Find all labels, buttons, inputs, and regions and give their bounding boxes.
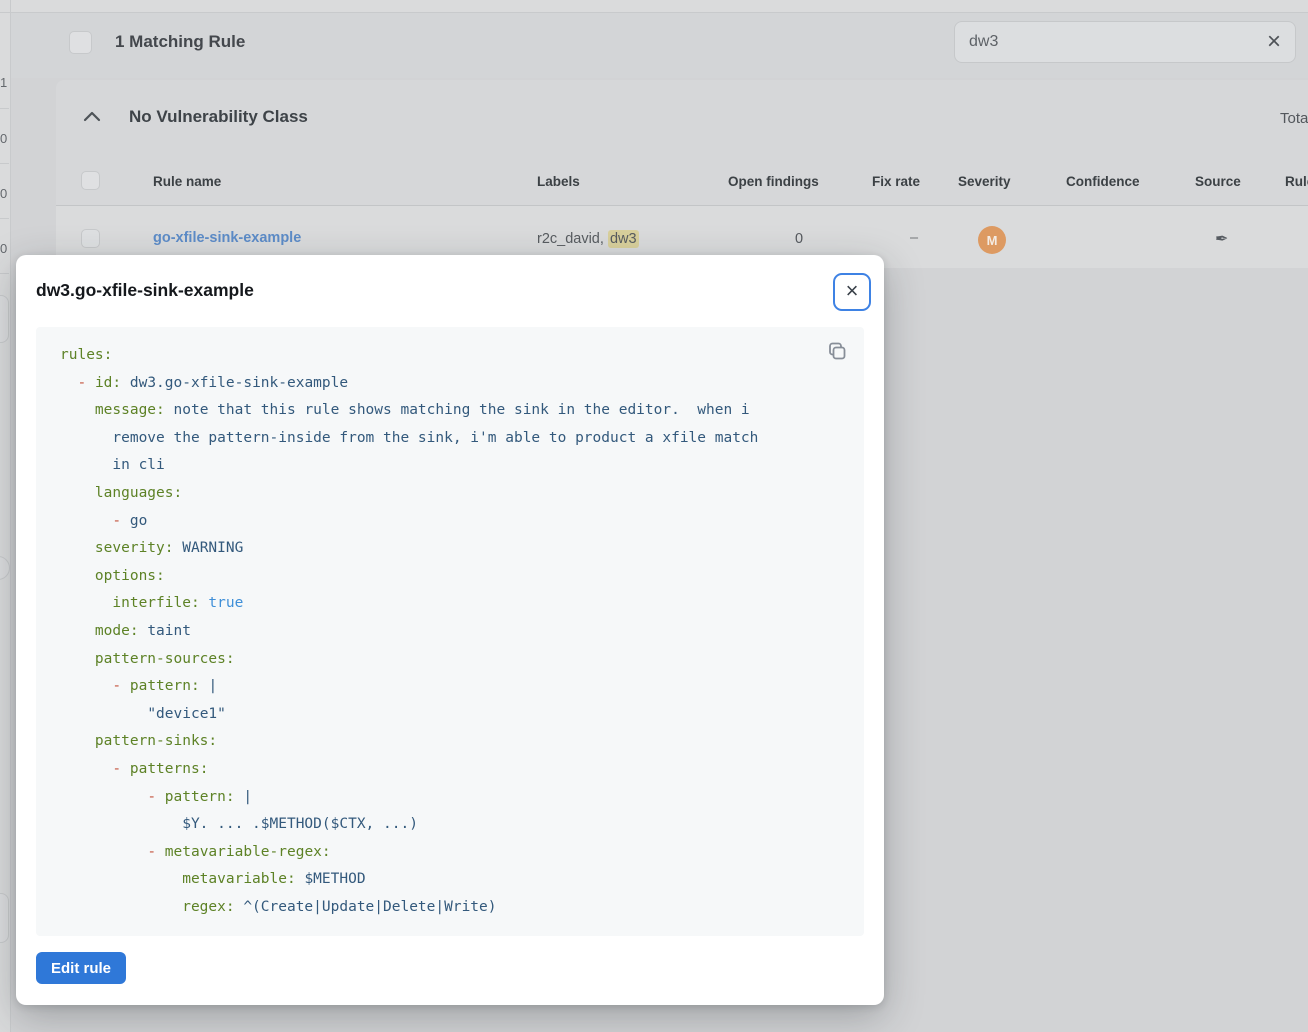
- code-line: options:: [60, 563, 840, 591]
- code-line: severity: WARNING: [60, 535, 840, 563]
- code-line: regex: ^(Create|Update|Delete|Write): [60, 894, 840, 922]
- code-line: - patterns:: [60, 756, 840, 784]
- sidebar-divider: [0, 273, 9, 274]
- sidebar-partial-box[interactable]: [0, 295, 9, 343]
- sidebar-count: 1: [0, 76, 9, 90]
- rule-name-link[interactable]: go-xfile-sink-example: [153, 230, 301, 246]
- column-header-labels[interactable]: Labels: [537, 174, 580, 189]
- sidebar-divider: [0, 218, 9, 219]
- code-line: remove the pattern-inside from the sink,…: [60, 425, 840, 453]
- close-button[interactable]: ×: [833, 273, 871, 311]
- code-line: - metavariable-regex:: [60, 839, 840, 867]
- sidebar-divider: [0, 108, 9, 109]
- column-header-rule-name[interactable]: Rule name: [153, 174, 221, 189]
- code-line: pattern-sources:: [60, 646, 840, 674]
- sidebar-count: 0: [0, 242, 9, 256]
- modal-title: dw3.go-xfile-sink-example: [36, 280, 254, 301]
- close-icon: ×: [846, 280, 859, 302]
- column-header-fix-rate[interactable]: Fix rate: [872, 174, 920, 189]
- label-highlighted: dw3: [608, 230, 639, 248]
- group-title: No Vulnerability Class: [129, 107, 308, 127]
- sidebar-strip: [0, 0, 10, 1032]
- sidebar-count: 0: [0, 187, 9, 201]
- clear-search-icon[interactable]: ×: [1267, 32, 1281, 52]
- open-findings-value: 0: [795, 231, 803, 247]
- rule-code-block: rules: - id: dw3.go-xfile-sink-example m…: [36, 327, 864, 936]
- column-header-rule[interactable]: Rule: [1285, 174, 1308, 189]
- column-header-open-findings[interactable]: Open findings: [728, 174, 819, 189]
- code-line: message: note that this rule shows match…: [60, 397, 840, 425]
- code-line: - id: dw3.go-xfile-sink-example: [60, 370, 840, 398]
- labels-cell: r2c_david, dw3: [537, 231, 639, 247]
- collapse-group-button[interactable]: [83, 110, 101, 124]
- sidebar-partial-box[interactable]: [0, 893, 9, 943]
- code-line: rules:: [60, 342, 840, 370]
- code-line: interfile: true: [60, 590, 840, 618]
- sidebar-border: [10, 0, 11, 1032]
- top-strip: [11, 0, 1308, 12]
- pen-icon: ✒: [1215, 229, 1228, 249]
- total-label: Total: [1280, 110, 1308, 127]
- search-input[interactable]: dw3 ×: [954, 21, 1296, 63]
- copy-icon: [826, 341, 848, 363]
- code-line: mode: taint: [60, 618, 840, 646]
- sidebar-count: 0: [0, 132, 9, 146]
- fix-rate-value: –: [910, 230, 918, 246]
- select-group-checkbox[interactable]: [81, 171, 100, 190]
- row-checkbox[interactable]: [81, 229, 100, 248]
- label-text: r2c_david,: [537, 231, 608, 247]
- code-line: $Y. ... .$METHOD($CTX, ...): [60, 811, 840, 839]
- code-line: - pattern: |: [60, 673, 840, 701]
- code-line: - pattern: |: [60, 784, 840, 812]
- page-title: 1 Matching Rule: [115, 32, 245, 52]
- sidebar-divider: [0, 163, 9, 164]
- column-header-confidence[interactable]: Confidence: [1066, 174, 1140, 189]
- code-line: - go: [60, 508, 840, 536]
- copy-button[interactable]: [826, 341, 848, 363]
- code-line: languages:: [60, 480, 840, 508]
- edit-rule-button[interactable]: Edit rule: [36, 952, 126, 984]
- severity-badge: M: [978, 226, 1006, 254]
- select-all-checkbox[interactable]: [69, 31, 92, 54]
- code-line: metavariable: $METHOD: [60, 866, 840, 894]
- rule-detail-modal: dw3.go-xfile-sink-example × rules: - id:…: [16, 255, 884, 1005]
- column-header-severity[interactable]: Severity: [958, 174, 1011, 189]
- code-content: rules: - id: dw3.go-xfile-sink-example m…: [60, 342, 840, 921]
- column-header-source[interactable]: Source: [1195, 174, 1241, 189]
- code-line: "device1": [60, 701, 840, 729]
- chevron-up-icon: [83, 110, 101, 124]
- code-line: in cli: [60, 452, 840, 480]
- search-value: dw3: [969, 33, 1267, 51]
- code-line: pattern-sinks:: [60, 728, 840, 756]
